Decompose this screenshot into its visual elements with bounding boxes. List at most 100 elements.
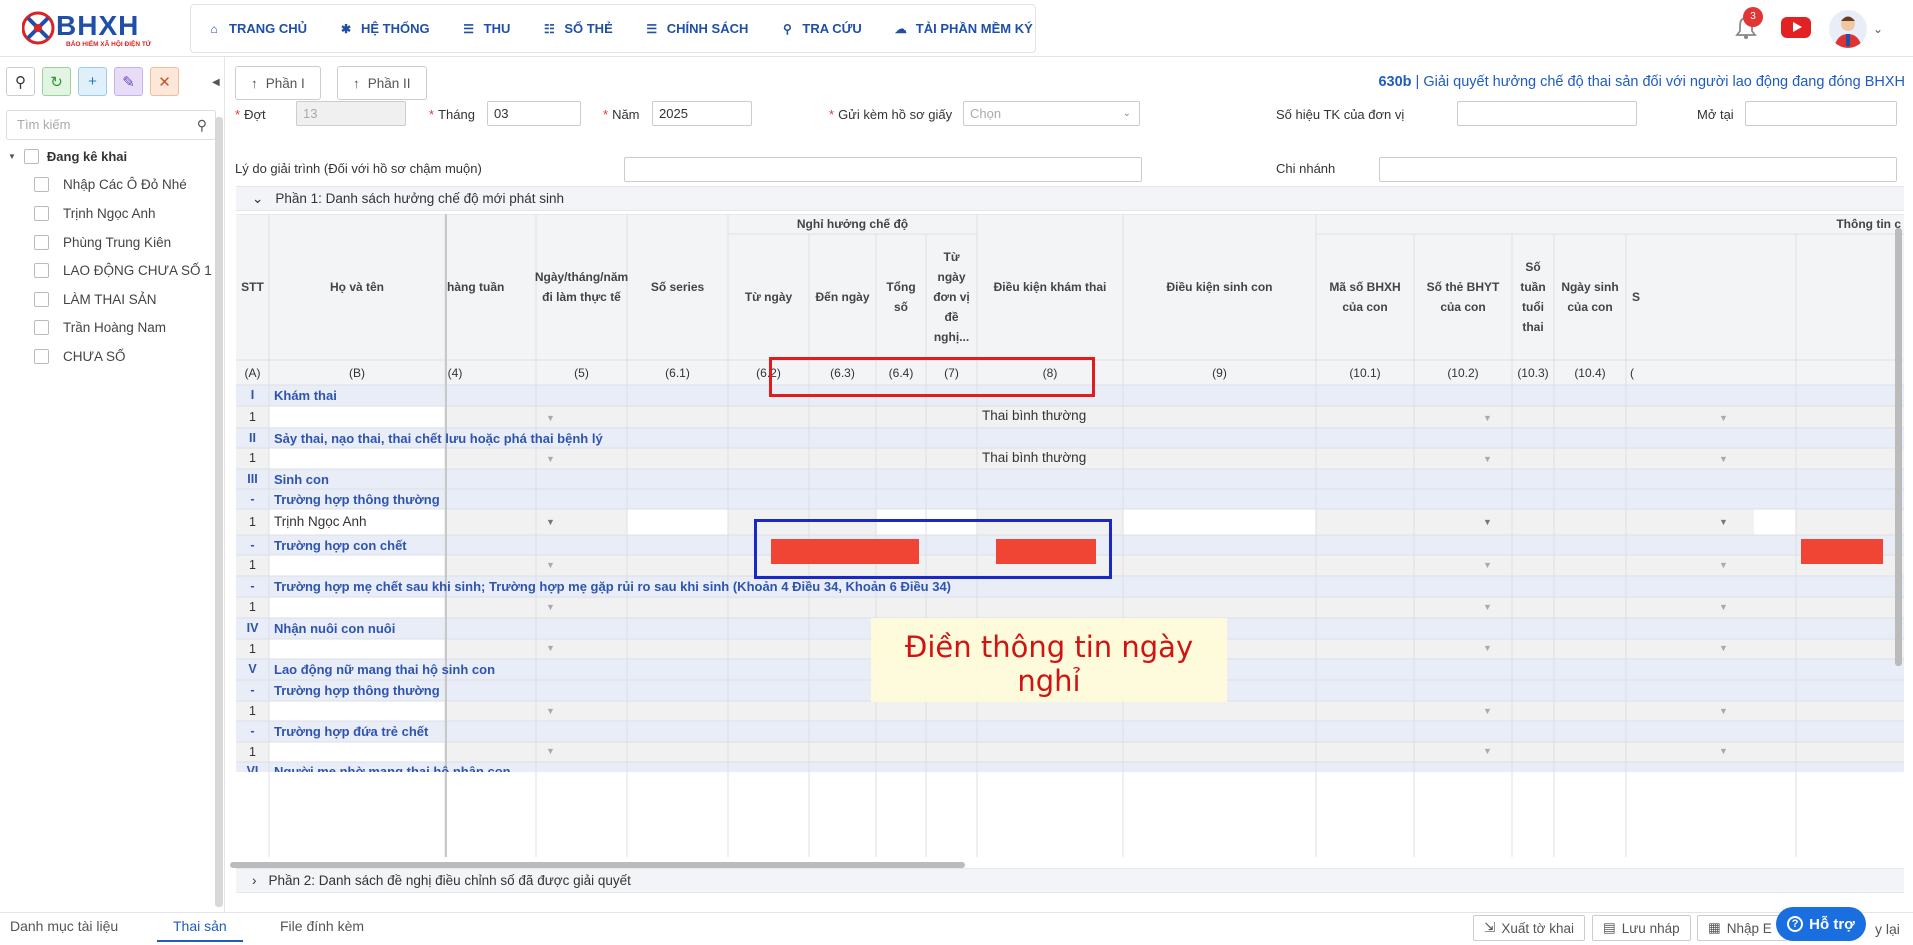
chevron-down-icon: ⌄ [1122, 108, 1131, 119]
nav-so-the[interactable]: ☷ SỔ THẺ [526, 5, 628, 52]
tree-item[interactable]: Nhập Các Ô Đỏ Nhé [34, 177, 187, 192]
caret-down-icon: ▼ [8, 152, 16, 161]
code-cell: (9) [1212, 366, 1227, 380]
nav-label: THU [483, 21, 511, 36]
group-num: - [250, 683, 255, 697]
chevron-down-icon[interactable]: ▼ [1719, 517, 1728, 527]
nam-field[interactable]: 2025 [652, 101, 752, 126]
dk-kham-select[interactable]: Thai bình thường [977, 450, 1123, 465]
tree-item-checkbox[interactable] [34, 320, 49, 335]
chevron-down-icon[interactable]: ▼ [1719, 643, 1728, 653]
add-button[interactable]: + [78, 67, 107, 96]
dk-kham-select[interactable]: Thai bình thường [977, 408, 1123, 423]
chevron-down-icon[interactable]: ▼ [1483, 560, 1492, 570]
chevron-down-icon[interactable]: ▼ [1719, 706, 1728, 716]
tab-thai-san[interactable]: Thai sản [157, 913, 243, 942]
tree-item[interactable]: Trần Hoàng Nam [34, 320, 166, 335]
youtube-icon[interactable] [1781, 17, 1811, 38]
chevron-down-icon[interactable]: ▼ [546, 413, 555, 423]
nav-tai-phan-mem-ky[interactable]: ☁ TẢI PHẦN MỀM KÝ [878, 5, 1049, 52]
chevron-right-icon: › [252, 873, 257, 888]
group-label: Trường hợp mẹ chết sau khi sinh; Trường … [274, 579, 952, 594]
tree-item-checkbox[interactable] [34, 177, 49, 192]
tree-root-checkbox[interactable] [23, 149, 39, 164]
chevron-down-icon[interactable]: ▼ [1483, 517, 1492, 527]
tree-item-checkbox[interactable] [34, 349, 49, 364]
nav-trang-chu[interactable]: ⌂ TRANG CHỦ [191, 5, 323, 52]
chevron-down-icon[interactable]: ▼ [546, 643, 555, 653]
policy-icon: ☰ [646, 21, 658, 36]
section-part-2[interactable]: › Phần 2: Danh sách đề nghị điều chỉnh s… [236, 868, 1904, 893]
tree-item-label: CHƯA SỐ [63, 349, 126, 364]
part-1-button[interactable]: ↑ Phần I [235, 66, 321, 100]
chevron-down-icon[interactable]: ▼ [1483, 746, 1492, 756]
horizontal-scrollbar[interactable] [230, 862, 965, 868]
bhxh-logo[interactable]: BHXH BẢO HIỂM XÃ HỘI ĐIỆN TỬ [22, 8, 172, 48]
chevron-down-icon[interactable]: ▼ [1483, 706, 1492, 716]
thang-field[interactable]: 03 [487, 101, 581, 126]
lydo-field[interactable] [624, 157, 1142, 182]
sidebar-scrollbar[interactable] [215, 117, 223, 907]
help-button[interactable]: ? Hỗ trợ [1776, 907, 1866, 941]
chevron-down-icon[interactable]: ▼ [1719, 413, 1728, 423]
xuat-to-khai-button[interactable]: ⇲ Xuất tờ khai [1473, 915, 1585, 941]
sidebar-search-input[interactable]: Tìm kiếm ⚲ [6, 110, 216, 140]
chevron-down-icon[interactable]: ▼ [1719, 560, 1728, 570]
tree-item[interactable]: CHƯA SỐ [34, 349, 126, 364]
avatar[interactable] [1829, 10, 1867, 48]
refresh-button[interactable]: ↻ [42, 67, 71, 96]
collapse-left-icon[interactable]: ◀ [212, 77, 220, 88]
chevron-down-icon[interactable]: ▼ [1719, 746, 1728, 756]
chevron-down-icon[interactable]: ▼ [546, 746, 555, 756]
nav-thu[interactable]: ☰ THU [446, 5, 527, 52]
chevron-down-icon[interactable]: ⌄ [1873, 22, 1883, 36]
tree-item[interactable]: LAO ĐỘNG CHƯA SỐ 1 [34, 263, 212, 278]
tree-item-checkbox[interactable] [34, 206, 49, 221]
part-2-button[interactable]: ↑ Phần II [337, 66, 427, 100]
col-stt-header: STT [241, 280, 264, 294]
col-thongtin-group-header: Thông tin c [1836, 217, 1901, 231]
luu-nhap-button[interactable]: ▤ Lưu nháp [1592, 915, 1691, 941]
tree-item-checkbox[interactable] [34, 292, 49, 307]
motai-field[interactable] [1745, 101, 1897, 126]
chevron-down-icon[interactable]: ▼ [1719, 454, 1728, 464]
chevron-down-icon[interactable]: ▼ [1483, 413, 1492, 423]
nhap-button[interactable]: ▦ Nhập E [1697, 915, 1787, 941]
sohieu-field[interactable] [1457, 101, 1637, 126]
section-part-1[interactable]: ⌄ Phần 1: Danh sách hưởng chế độ mới phá… [236, 186, 1904, 211]
chevron-down-icon[interactable]: ▼ [546, 517, 555, 527]
group-num: III [247, 472, 258, 486]
chevron-down-icon[interactable]: ▼ [1483, 454, 1492, 464]
tree-item[interactable]: Phùng Trung Kiên [34, 235, 171, 250]
tree-item[interactable]: Trịnh Ngọc Anh [34, 206, 156, 221]
delete-button[interactable]: ✕ [150, 67, 179, 96]
chevron-down-icon[interactable]: ▼ [546, 560, 555, 570]
ngaysinh-input-invalid[interactable] [1801, 539, 1883, 564]
chevron-down-icon[interactable]: ▼ [1483, 602, 1492, 612]
edit-button[interactable]: ✎ [114, 67, 143, 96]
footer-tail-text[interactable]: y lại [1875, 916, 1900, 945]
chevron-down-icon[interactable]: ▼ [546, 706, 555, 716]
gui-select[interactable]: Chọn ⌄ [963, 101, 1140, 126]
tab-danh-muc[interactable]: Danh mục tài liệu [10, 913, 118, 942]
chevron-down-icon[interactable]: ▼ [1483, 643, 1492, 653]
row-num: 1 [249, 558, 256, 572]
group-label: Khám thai [274, 388, 337, 403]
tree-item[interactable]: LÀM THAI SẢN [34, 292, 157, 307]
tab-file-dinh-kem[interactable]: File đính kèm [280, 913, 364, 942]
chevron-down-icon[interactable]: ▼ [546, 454, 555, 464]
nav-chinh-sach[interactable]: ☰ CHÍNH SÁCH [629, 5, 765, 52]
nav-he-thong[interactable]: ✱ HỆ THỐNG [323, 5, 446, 52]
vertical-scrollbar[interactable] [1895, 228, 1902, 666]
chevron-down-icon[interactable]: ▼ [1719, 602, 1728, 612]
nav-tra-cuu[interactable]: ⚲ TRA CỨU [764, 5, 877, 52]
chinhanh-field[interactable] [1379, 157, 1897, 182]
search-tool-button[interactable]: ⚲ [6, 67, 35, 96]
person-name-cell[interactable]: Trịnh Ngọc Anh [269, 514, 445, 529]
tree-root[interactable]: ▼ Đang kê khai [8, 149, 127, 164]
group-num: V [248, 662, 257, 676]
tree-item-checkbox[interactable] [34, 263, 49, 278]
tree-item-checkbox[interactable] [34, 235, 49, 250]
code-cell: (6.1) [665, 366, 690, 380]
chevron-down-icon[interactable]: ▼ [546, 602, 555, 612]
